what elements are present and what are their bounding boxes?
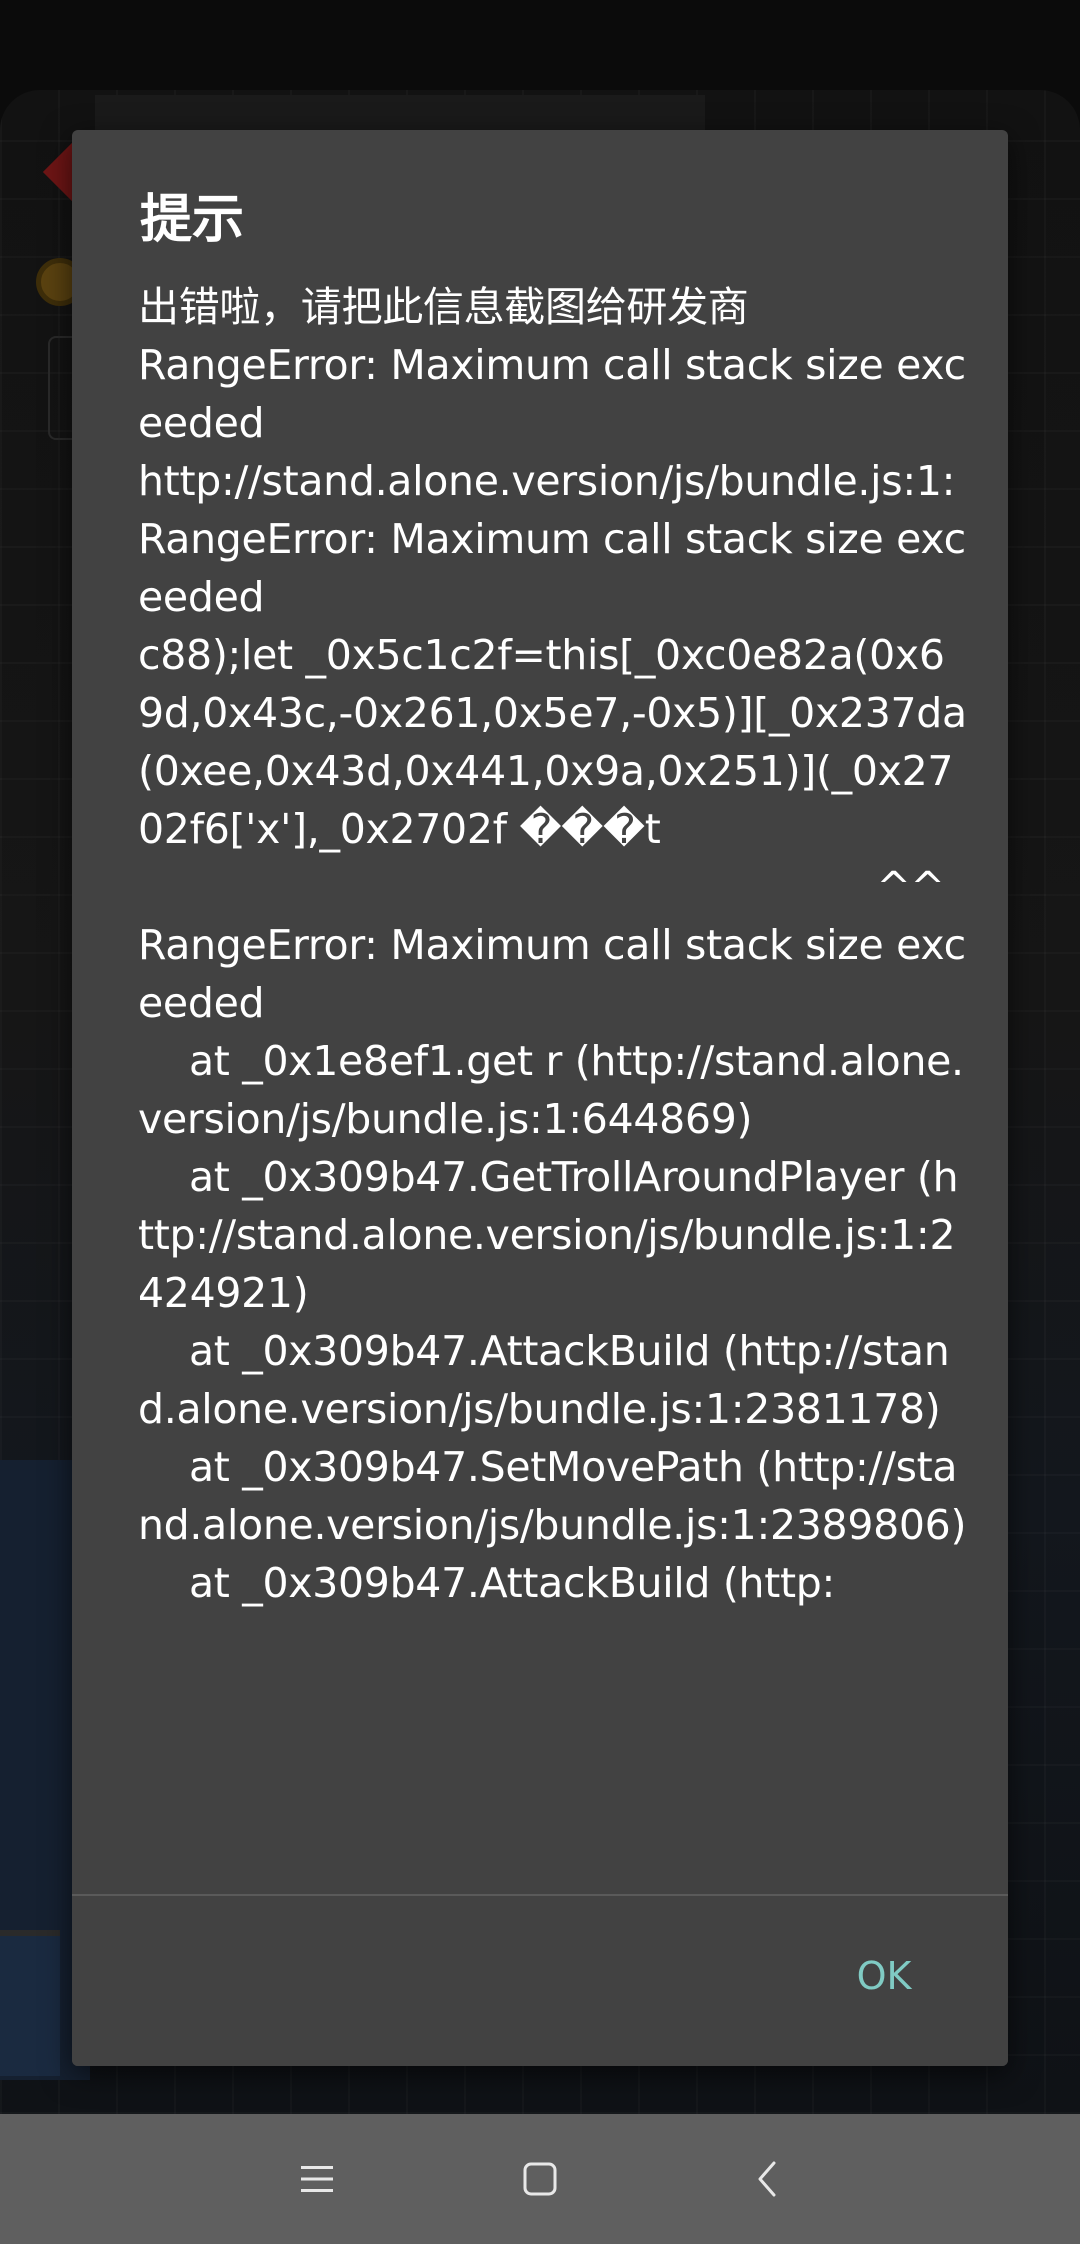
- navigation-bar: [0, 2114, 1080, 2244]
- dialog-message-scroll[interactable]: 出错啦，请把此信息截图给研发商 RangeError: Maximum call…: [138, 278, 968, 2024]
- error-message: 出错啦，请把此信息截图给研发商 RangeError: Maximum call…: [138, 283, 967, 1607]
- screen: 提示 出错啦，请把此信息截图给研发商 RangeError: Maximum c…: [0, 0, 1080, 2244]
- home-button[interactable]: [500, 2139, 580, 2219]
- error-dialog: 提示 出错啦，请把此信息截图给研发商 RangeError: Maximum c…: [72, 130, 1008, 2066]
- ok-button[interactable]: OK: [824, 1936, 944, 2016]
- back-button[interactable]: [727, 2139, 807, 2219]
- dialog-button-bar: OK: [72, 1896, 1008, 2066]
- home-square-icon: [523, 2162, 557, 2196]
- dialog-title: 提示: [140, 190, 245, 250]
- menu-icon: [301, 2166, 333, 2192]
- recent-apps-button[interactable]: [277, 2139, 357, 2219]
- back-chevron-icon: [758, 2161, 776, 2197]
- game-blue-panel-lower: [0, 1930, 60, 2076]
